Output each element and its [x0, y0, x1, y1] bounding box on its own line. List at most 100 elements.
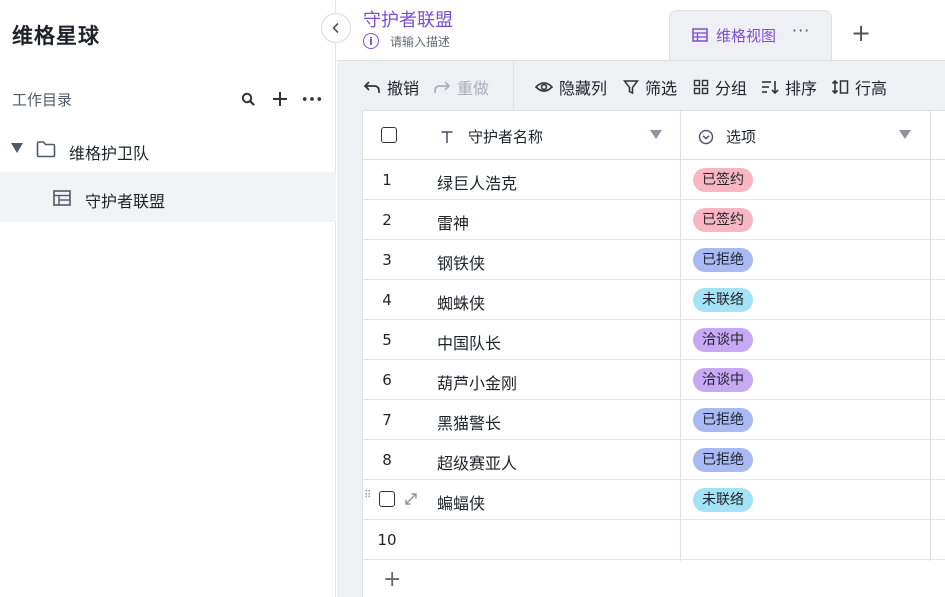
table-row[interactable]: 1 绿巨人浩克 已签约: [363, 160, 945, 200]
table-row[interactable]: ⠿ 蝙蝠侠 未联络: [363, 480, 945, 520]
more-icon[interactable]: [302, 89, 322, 109]
row-checkbox[interactable]: [379, 491, 395, 507]
folder-item[interactable]: 维格护卫队: [0, 134, 336, 166]
column-header-label: 守护者名称: [468, 128, 544, 146]
column-header-name[interactable]: 守护者名称: [440, 126, 543, 147]
redo-label: 重做: [457, 79, 490, 98]
info-icon[interactable]: i: [363, 33, 379, 49]
filter-button[interactable]: 筛选: [623, 75, 677, 99]
description-input[interactable]: 请输入描述: [390, 33, 450, 50]
collapse-sidebar-button[interactable]: [321, 13, 351, 43]
table-row[interactable]: 5 中国队长 洽谈中: [363, 320, 945, 360]
option-tag[interactable]: 未联络: [693, 488, 753, 512]
option-tag[interactable]: 已拒绝: [693, 408, 753, 432]
collapse-icon: [332, 22, 339, 34]
plus-icon[interactable]: [270, 89, 290, 109]
row-index: 2: [382, 211, 392, 229]
name-cell[interactable]: 钢铁侠: [437, 250, 485, 274]
table-item[interactable]: 守护者联盟: [0, 172, 336, 222]
grid-view-icon: [692, 27, 708, 46]
row-index: 8: [382, 451, 392, 469]
name-cell[interactable]: 葫芦小金刚: [437, 370, 517, 394]
row-index: 1: [382, 171, 392, 189]
row-height-label: 行高: [855, 79, 888, 98]
column-header-label: 选项: [726, 128, 757, 146]
name-cell[interactable]: 黑猫警长: [437, 410, 501, 434]
toolbar-divider: [513, 61, 514, 111]
option-tag[interactable]: 已拒绝: [693, 248, 753, 272]
undo-icon: [363, 81, 380, 93]
column-menu-icon[interactable]: [899, 130, 911, 139]
directory-header: 工作目录: [12, 88, 322, 110]
redo-icon: [434, 81, 451, 93]
option-tag[interactable]: 已签约: [693, 168, 753, 192]
filter-label: 筛选: [645, 79, 678, 98]
row-hover-tools: ⠿: [363, 480, 437, 520]
row-index: 4: [382, 291, 392, 309]
sort-button[interactable]: 排序: [761, 75, 817, 99]
redo-button[interactable]: 重做: [433, 75, 489, 99]
hide-columns-label: 隐藏列: [559, 79, 608, 98]
eye-icon: [535, 82, 553, 92]
name-cell[interactable]: 超级赛亚人: [437, 450, 517, 474]
name-cell[interactable]: 雷神: [437, 210, 469, 234]
space-name: 维格星球: [12, 24, 100, 48]
drag-handle-icon[interactable]: ⠿: [364, 491, 372, 501]
group-label: 分组: [715, 79, 748, 98]
table-row[interactable]: 7 黑猫警长 已拒绝: [363, 400, 945, 440]
add-view-button[interactable]: +: [851, 20, 871, 46]
option-tag[interactable]: 洽谈中: [693, 328, 753, 352]
name-cell[interactable]: 绿巨人浩克: [437, 170, 517, 194]
tab-grid-view[interactable]: 维格视图 ···: [669, 10, 832, 60]
table-icon: [53, 190, 71, 210]
text-icon: [441, 130, 453, 143]
search-icon[interactable]: [238, 89, 258, 109]
group-icon: [693, 79, 709, 95]
table-row[interactable]: 10: [363, 520, 945, 560]
sidebar: 维格星球 工作目录 维格护卫队 守护者联盟: [0, 0, 336, 597]
hide-columns-button[interactable]: 隐藏列: [535, 75, 607, 99]
toolbar: 撤销 重做 隐藏列 筛选 分组 排序 行高: [337, 60, 945, 111]
name-cell[interactable]: 中国队长: [437, 330, 501, 354]
folder-icon: [36, 140, 56, 162]
table-row[interactable]: 2 雷神 已签约: [363, 200, 945, 240]
add-row-button[interactable]: +: [383, 569, 401, 591]
single-select-icon: [698, 129, 714, 144]
undo-button[interactable]: 撤销: [363, 75, 419, 99]
table-row[interactable]: 4 蜘蛛侠 未联络: [363, 280, 945, 320]
grid-header: 守护者名称 选项: [363, 111, 945, 160]
more-icon[interactable]: ···: [792, 21, 810, 40]
directory-actions: [238, 89, 322, 109]
row-index: 10: [377, 531, 397, 549]
row-height-button[interactable]: 行高: [831, 75, 887, 99]
name-cell[interactable]: 蜘蛛侠: [437, 290, 485, 314]
option-tag[interactable]: 已拒绝: [693, 448, 753, 472]
option-tag[interactable]: 未联络: [693, 288, 753, 312]
table-row[interactable]: 3 钢铁侠 已拒绝: [363, 240, 945, 280]
grid-area: 守护者名称 选项 1 绿巨人浩克 已签约 2 雷神 已签约 3 钢铁侠 已拒绝 …: [337, 110, 945, 597]
option-tag[interactable]: 洽谈中: [693, 368, 753, 392]
column-menu-icon[interactable]: [650, 130, 662, 139]
datasheet-header: 守护者联盟 i 请输入描述 维格视图 ··· +: [337, 0, 945, 60]
view-tab-label: 维格视图: [716, 27, 777, 45]
table-row[interactable]: 6 葫芦小金刚 洽谈中: [363, 360, 945, 400]
row-index: 5: [382, 331, 392, 349]
table-label: 守护者联盟: [85, 192, 166, 211]
undo-label: 撤销: [387, 79, 420, 98]
expand-record-icon[interactable]: [403, 491, 419, 511]
option-tag[interactable]: 已签约: [693, 208, 753, 232]
row-index: 3: [382, 251, 392, 269]
row-index: 6: [382, 371, 392, 389]
select-all-checkbox[interactable]: [381, 127, 397, 143]
filter-icon: [623, 80, 639, 95]
directory-label: 工作目录: [12, 90, 73, 109]
name-cell[interactable]: 蝙蝠侠: [437, 490, 485, 514]
caret-down-icon[interactable]: [11, 143, 23, 153]
group-button[interactable]: 分组: [693, 75, 747, 99]
table-row[interactable]: 8 超级赛亚人 已拒绝: [363, 440, 945, 480]
folder-label: 维格护卫队: [69, 144, 150, 163]
app-window: 维格星球 工作目录 维格护卫队 守护者联盟 守护者联盟 i 请输入描述 维格视图…: [0, 0, 945, 597]
column-header-option[interactable]: 选项: [698, 126, 756, 147]
sort-label: 排序: [785, 79, 818, 98]
datasheet-title[interactable]: 守护者联盟: [363, 6, 453, 32]
